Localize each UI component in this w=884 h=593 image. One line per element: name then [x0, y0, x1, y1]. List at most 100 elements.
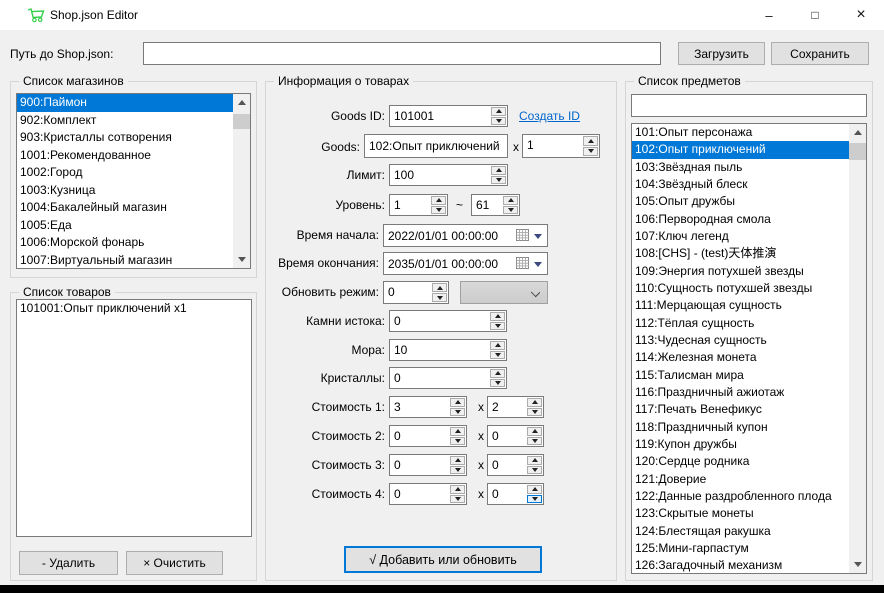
crystals-spinner[interactable]: 0 — [389, 367, 507, 389]
list-item[interactable]: 103:Звёздная пыль — [632, 159, 849, 176]
spin-down-icon[interactable] — [450, 437, 465, 446]
spin-down-icon[interactable] — [527, 495, 542, 504]
items-scrollbar[interactable] — [849, 124, 866, 573]
level-min-spinner[interactable]: 1 — [389, 194, 448, 216]
mora-spinner[interactable]: 10 — [389, 339, 507, 361]
list-item[interactable]: 114:Железная монета — [632, 349, 849, 366]
list-item[interactable]: 118:Праздничный купон — [632, 419, 849, 436]
goods-id-spinner[interactable]: 101001 — [389, 105, 508, 127]
level-max-spinner[interactable]: 61 — [471, 194, 520, 216]
limit-spinner[interactable]: 100 — [389, 164, 508, 186]
refresh-mode-spinner[interactable]: 0 — [383, 281, 449, 304]
spin-up-icon[interactable] — [490, 341, 505, 350]
delete-button[interactable]: - Удалить — [19, 551, 118, 575]
scroll-up-icon[interactable] — [233, 94, 250, 111]
spin-up-icon[interactable] — [431, 196, 446, 205]
load-button[interactable]: Загрузить — [678, 42, 765, 65]
list-item[interactable]: 108:[CHS] - (test)天体推演 — [632, 245, 849, 262]
list-item[interactable]: 105:Опыт дружбы — [632, 193, 849, 210]
spin-down-icon[interactable] — [431, 206, 446, 215]
path-input[interactable] — [143, 42, 661, 65]
spin-down-icon[interactable] — [491, 117, 506, 126]
dropdown-arrow-icon[interactable] — [534, 234, 542, 239]
scroll-thumb[interactable] — [849, 143, 866, 160]
spin-up-icon[interactable] — [450, 485, 465, 494]
list-item[interactable]: 115:Талисман мира — [632, 367, 849, 384]
refresh-mode-combobox[interactable] — [460, 281, 548, 304]
list-item[interactable]: 1003:Кузница — [17, 182, 233, 200]
close-button[interactable]: × — [838, 0, 884, 30]
list-item[interactable]: 1004:Бакалейный магазин — [17, 199, 233, 217]
list-item[interactable]: 126:Загадочный механизм — [632, 557, 849, 574]
spin-down-icon[interactable] — [490, 379, 505, 388]
cost3-id-spinner[interactable]: 0 — [389, 454, 467, 476]
goods-count-spinner[interactable]: 1 — [522, 134, 600, 158]
goods-value-field[interactable]: 102:Опыт приключений — [364, 134, 508, 158]
list-item[interactable]: 900:Паймон — [17, 94, 233, 112]
spin-up-icon[interactable] — [491, 107, 506, 116]
cost1-count-spinner[interactable]: 2 — [487, 396, 544, 418]
spin-up-icon[interactable] — [450, 398, 465, 407]
spin-down-icon[interactable] — [490, 322, 505, 331]
list-item[interactable]: 121:Доверие — [632, 471, 849, 488]
list-item[interactable]: 112:Тёплая сущность — [632, 315, 849, 332]
list-item[interactable]: 120:Сердце родника — [632, 453, 849, 470]
clear-button[interactable]: × Очистить — [126, 551, 223, 575]
list-item[interactable]: 106:Первородная смола — [632, 211, 849, 228]
title-bar[interactable]: Shop.json Editor – □ × — [0, 0, 884, 30]
items-listbox[interactable]: 101:Опыт персонажа102:Опыт приключений10… — [631, 123, 867, 574]
list-item[interactable]: 903:Кристаллы сотворения — [17, 129, 233, 147]
spin-up-icon[interactable] — [527, 427, 542, 436]
spin-up-icon[interactable] — [450, 456, 465, 465]
spin-up-icon[interactable] — [503, 196, 518, 205]
spin-down-icon[interactable] — [527, 466, 542, 475]
spin-down-icon[interactable] — [491, 176, 506, 185]
list-item[interactable]: 109:Энергия потухшей звезды — [632, 263, 849, 280]
goods-listbox[interactable]: 101001:Опыт приключений x1 — [16, 299, 252, 537]
spin-up-icon[interactable] — [490, 369, 505, 378]
list-item[interactable]: 111:Мерцающая сущность — [632, 297, 849, 314]
list-item[interactable]: 107:Ключ легенд — [632, 228, 849, 245]
list-item[interactable]: 101001:Опыт приключений x1 — [17, 300, 251, 318]
scroll-down-icon[interactable] — [233, 251, 250, 268]
spin-down-icon[interactable] — [432, 293, 447, 302]
spin-up-icon[interactable] — [583, 136, 598, 146]
list-item[interactable]: 123:Скрытые монеты — [632, 505, 849, 522]
save-button[interactable]: Сохранить — [771, 42, 869, 65]
list-item[interactable]: 1006:Морской фонарь — [17, 234, 233, 252]
list-item[interactable]: 124:Блестящая ракушка — [632, 523, 849, 540]
shops-listbox[interactable]: 900:Паймон902:Комплект903:Кристаллы сотв… — [16, 93, 251, 269]
list-item[interactable]: 110:Сущность потухшей звезды — [632, 280, 849, 297]
scroll-down-icon[interactable] — [849, 556, 866, 573]
spin-up-icon[interactable] — [527, 456, 542, 465]
list-item[interactable]: 122:Данные раздробленного плода — [632, 488, 849, 505]
list-item[interactable]: 101:Опыт персонажа — [632, 124, 849, 141]
cost1-id-spinner[interactable]: 3 — [389, 396, 467, 418]
spin-down-icon[interactable] — [583, 147, 598, 157]
scroll-up-icon[interactable] — [849, 124, 866, 141]
cost4-id-spinner[interactable]: 0 — [389, 483, 467, 505]
spin-up-icon[interactable] — [527, 485, 542, 494]
add-or-update-button[interactable]: √ Добавить или обновить — [344, 546, 542, 573]
items-search-input[interactable] — [631, 94, 867, 117]
list-item[interactable]: 125:Мини-гарпастум — [632, 540, 849, 557]
cost2-id-spinner[interactable]: 0 — [389, 425, 467, 447]
spin-down-icon[interactable] — [450, 466, 465, 475]
spin-down-icon[interactable] — [527, 437, 542, 446]
list-item[interactable]: 116:Праздничный ажиотаж — [632, 384, 849, 401]
spin-down-icon[interactable] — [450, 495, 465, 504]
list-item[interactable]: 113:Чудесная сущность — [632, 332, 849, 349]
spin-down-icon[interactable] — [450, 408, 465, 417]
spin-down-icon[interactable] — [503, 206, 518, 215]
spin-up-icon[interactable] — [527, 398, 542, 407]
scroll-thumb[interactable] — [233, 114, 250, 129]
list-item[interactable]: 102:Опыт приключений — [632, 141, 849, 158]
time-end-picker[interactable]: 2035/01/01 00:00:00 — [383, 252, 548, 275]
cost4-count-spinner[interactable]: 0 — [487, 483, 544, 505]
spin-up-icon[interactable] — [491, 166, 506, 175]
list-item[interactable]: 117:Печать Венефикус — [632, 401, 849, 418]
shops-scrollbar[interactable] — [233, 94, 250, 268]
list-item[interactable]: 1007:Виртуальный магазин — [17, 252, 233, 270]
create-id-link[interactable]: Создать ID — [519, 109, 580, 123]
spin-up-icon[interactable] — [432, 283, 447, 292]
